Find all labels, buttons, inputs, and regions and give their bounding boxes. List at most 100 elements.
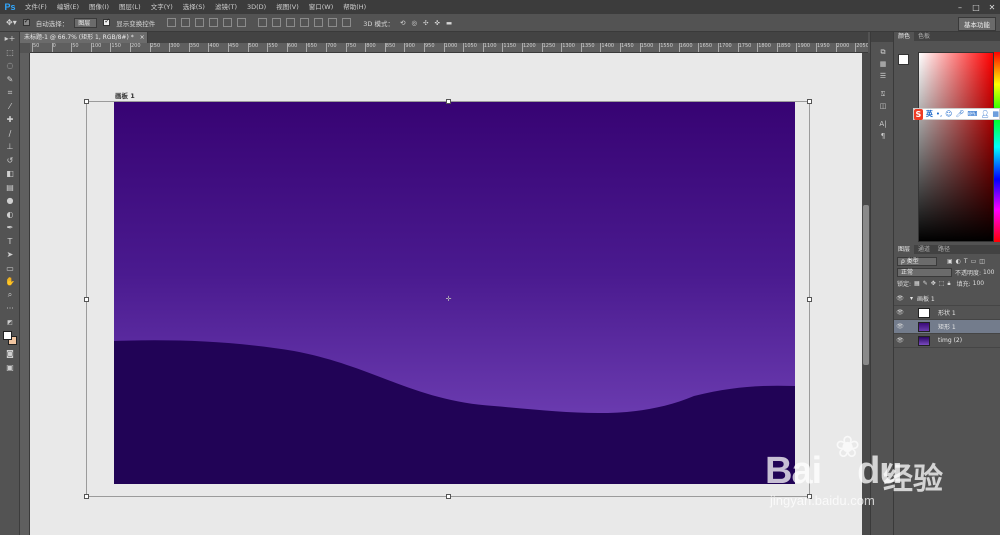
foreground-color-swatch[interactable] <box>3 331 12 340</box>
crop-tool-icon[interactable]: ⌗ <box>0 86 20 100</box>
visibility-eye-icon[interactable]: 👁︎ <box>894 309 906 316</box>
handle-top-right[interactable] <box>807 99 812 104</box>
sogou-logo[interactable]: S <box>914 108 923 120</box>
color-picker-field[interactable] <box>918 52 994 242</box>
edit-toolbar-icon[interactable]: ··· <box>0 302 20 316</box>
zoom-tool-icon[interactable]: ⌕ <box>0 289 20 303</box>
menu-file[interactable]: 文件(F) <box>20 0 52 14</box>
menu-filter[interactable]: 滤镜(T) <box>210 0 242 14</box>
3d-roll-icon[interactable]: ◎ <box>411 19 417 27</box>
menu-view[interactable]: 视图(V) <box>271 0 304 14</box>
foreground-color[interactable] <box>898 54 909 65</box>
punctuation-icon[interactable]: •, <box>936 110 942 118</box>
3d-rotate-icon[interactable]: ⟲ <box>400 19 405 27</box>
rectangle-tool-icon[interactable]: ▭ <box>0 262 20 276</box>
distribute-top-icon[interactable] <box>258 18 268 27</box>
layer-row-image[interactable]: 👁︎ timg (2) <box>894 334 1000 348</box>
align-left-icon[interactable] <box>209 18 219 27</box>
handle-bottom-left[interactable] <box>84 494 89 499</box>
menu-layer[interactable]: 图层(L) <box>114 0 146 14</box>
align-vcenter-icon[interactable] <box>181 18 191 27</box>
layer-row-rectangle[interactable]: 👁︎ 矩形 1 <box>894 320 1000 334</box>
menu-edit[interactable]: 编辑(E) <box>52 0 84 14</box>
eraser-tool-icon[interactable]: ◧ <box>0 167 20 181</box>
minimize-icon[interactable]: – <box>952 0 968 14</box>
hand-tool-icon[interactable]: ✋ <box>0 275 20 289</box>
visibility-eye-icon[interactable]: 👁︎ <box>894 295 906 302</box>
paragraph-panel-icon[interactable]: ¶ <box>871 130 895 142</box>
marquee-tool-icon[interactable]: ⬚ <box>0 46 20 60</box>
fill-value[interactable]: 100 <box>973 280 984 287</box>
screen-mode-icon[interactable]: ▣ <box>0 361 20 375</box>
menu-3d[interactable]: 3D(D) <box>242 0 271 14</box>
history-panel-icon[interactable]: ⧉ <box>871 46 895 58</box>
layer-filter-select[interactable]: ρ 类型 <box>897 257 937 266</box>
align-right-icon[interactable] <box>237 18 247 27</box>
close-tab-icon[interactable]: × <box>140 34 145 41</box>
handle-top-left[interactable] <box>84 99 89 104</box>
opacity-value[interactable]: 100 <box>983 269 994 276</box>
layer-row-artboard[interactable]: 👁︎ ▾ 画板 1 <box>894 292 1000 306</box>
stamp-tool-icon[interactable]: ⊥ <box>0 140 20 154</box>
brush-tool-icon[interactable]: ∕ <box>0 127 20 141</box>
tab-swatches[interactable]: 色板 <box>914 32 934 41</box>
distribute-right-icon[interactable] <box>328 18 338 27</box>
menu-image[interactable]: 图像(I) <box>84 0 114 14</box>
workspace-button[interactable]: 基本功能 <box>958 17 996 31</box>
dodge-tool-icon[interactable]: ◐ <box>0 208 20 222</box>
lasso-tool-icon[interactable]: ◌ <box>0 59 20 73</box>
visibility-eye-icon[interactable]: 👁︎ <box>894 337 906 344</box>
auto-align-icon[interactable] <box>342 18 352 27</box>
artboard-label[interactable]: 画板 1 <box>115 90 135 100</box>
align-hcenter-icon[interactable] <box>223 18 233 27</box>
pen-tool-icon[interactable]: ✒ <box>0 221 20 235</box>
grid-icon[interactable]: ▦ <box>992 110 999 118</box>
move-tool-icon[interactable]: ▸+ <box>0 32 20 46</box>
lock-icons[interactable]: ▦✎✥⬚🔒︎ <box>914 280 954 288</box>
handle-bottom-center[interactable] <box>446 494 451 499</box>
tab-channels[interactable]: 通道 <box>914 245 934 254</box>
healing-brush-tool-icon[interactable]: ✚ <box>0 113 20 127</box>
paths-panel-icon[interactable]: ◫ <box>871 100 895 112</box>
menu-type[interactable]: 文字(Y) <box>146 0 178 14</box>
3d-scale-icon[interactable]: ▬ <box>446 19 452 27</box>
scrollbar-thumb[interactable] <box>863 205 869 365</box>
distribute-left-icon[interactable] <box>300 18 310 27</box>
handle-top-center[interactable] <box>446 99 451 104</box>
close-icon[interactable]: ✕ <box>984 0 1000 14</box>
handle-middle-right[interactable] <box>807 297 812 302</box>
default-colors-icon[interactable]: ◩ <box>0 316 20 330</box>
menu-select[interactable]: 选择(S) <box>178 0 210 14</box>
tab-layers[interactable]: 图层 <box>894 245 915 254</box>
auto-select-checkbox[interactable] <box>22 17 30 27</box>
document-tab[interactable]: 未标题-1 @ 66.7% (矩形 1, RGB/8#) * × <box>20 32 148 43</box>
menu-window[interactable]: 窗口(W) <box>304 0 339 14</box>
color-swatches-tool[interactable] <box>0 329 20 347</box>
move-tool-icon[interactable]: ✥▾ <box>6 18 17 27</box>
ime-mode[interactable]: 英 <box>926 109 933 119</box>
keyboard-icon[interactable]: ⌨ <box>967 110 977 118</box>
type-tool-icon[interactable]: T <box>0 235 20 249</box>
visibility-eye-icon[interactable]: 👁︎ <box>894 323 906 330</box>
gradient-tool-icon[interactable]: ▤ <box>0 181 20 195</box>
distribute-hcenter-icon[interactable] <box>314 18 324 27</box>
properties-panel-icon[interactable]: ⍂ <box>871 88 895 100</box>
tab-paths[interactable]: 路径 <box>934 245 954 254</box>
adjustments-panel-icon[interactable]: ▦ <box>871 58 895 70</box>
distribute-bottom-icon[interactable] <box>286 18 296 27</box>
blur-tool-icon[interactable]: ● <box>0 194 20 208</box>
history-brush-tool-icon[interactable]: ↺ <box>0 154 20 168</box>
character-panel-icon[interactable]: A| <box>871 118 895 130</box>
handle-middle-left[interactable] <box>84 297 89 302</box>
layer-filter-icons[interactable]: ▣◐T▭◫ <box>947 258 988 265</box>
microphone-icon[interactable]: 🎤︎ <box>955 110 964 118</box>
reference-point-icon[interactable]: ✛ <box>445 296 452 303</box>
user-icon[interactable]: 👤︎ <box>980 110 989 118</box>
distribute-vcenter-icon[interactable] <box>272 18 282 27</box>
quick-select-tool-icon[interactable]: ✎ <box>0 73 20 87</box>
maximize-icon[interactable]: □ <box>968 0 984 14</box>
3d-slide-icon[interactable]: ✜ <box>435 19 440 27</box>
blend-mode-select[interactable]: 正常 <box>897 268 952 277</box>
tab-color[interactable]: 颜色 <box>894 32 915 41</box>
quick-mask-icon[interactable]: ◙ <box>0 347 20 361</box>
